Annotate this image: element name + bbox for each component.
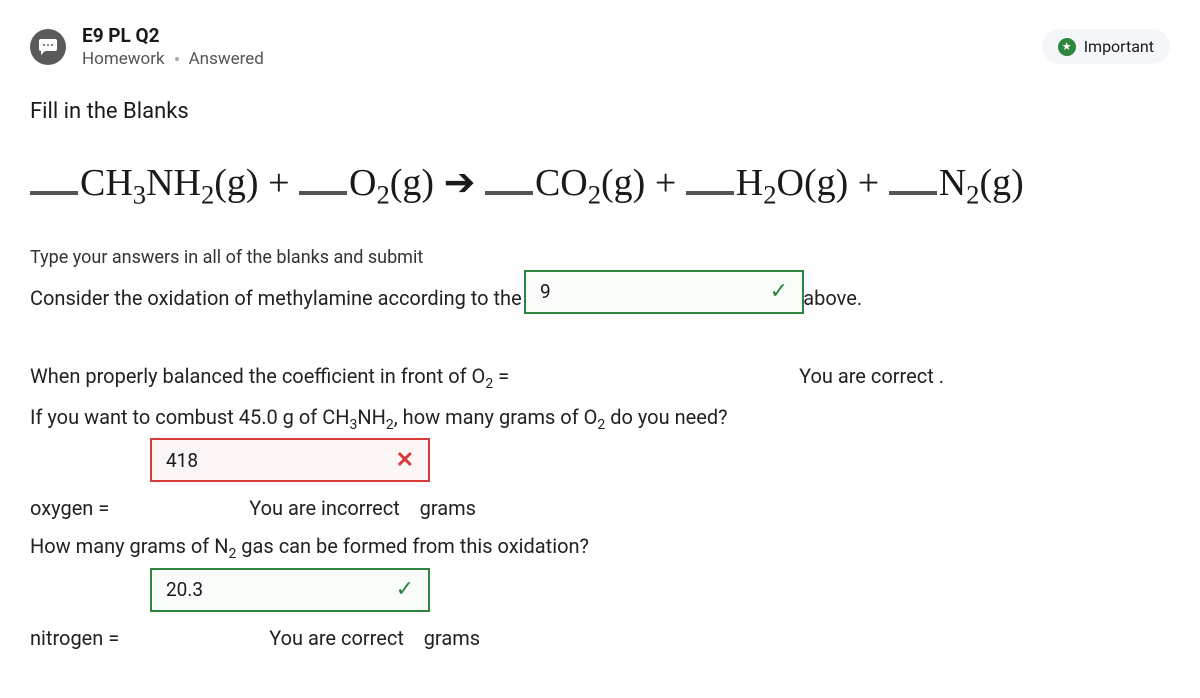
instructions-text: Type your answers in all of the blanks a… <box>30 247 1170 268</box>
q2-feedback: You are incorrect <box>249 496 400 520</box>
question-status: Answered <box>189 49 264 69</box>
question-title: E9 PL Q2 <box>82 24 264 47</box>
check-icon: ✓ <box>770 279 788 304</box>
q1-post: . <box>939 364 944 388</box>
important-label: Important <box>1084 37 1154 56</box>
q1-feedback: You are correct <box>799 364 934 388</box>
q1-pre: When properly balanced the coefficient i… <box>30 364 514 388</box>
q3-feedback: You are correct <box>269 626 404 650</box>
section-label: Fill in the Blanks <box>30 99 1170 124</box>
meta-row: Homework Answered <box>82 49 264 69</box>
chemical-equation: CH3NH2(g) + O2(g) ➔ CO2(g) + H2O(g) + N2… <box>30 160 1170 211</box>
answer-value-q3: 20.3 <box>166 578 203 601</box>
answer-box-q3[interactable]: 20.3 ✓ <box>150 568 430 612</box>
q2-label: oxygen = <box>30 496 114 520</box>
q2-unit: grams <box>420 496 476 520</box>
important-badge[interactable]: ★ Important <box>1042 29 1170 64</box>
question-2-prompt: If you want to combust 45.0 g of CH3NH2,… <box>30 401 1170 436</box>
question-1-line: When properly balanced the coefficient i… <box>30 360 1170 395</box>
question-3-prompt: How many grams of N2 gas can be formed f… <box>30 530 1170 565</box>
answer-box-q2[interactable]: 418 ✕ <box>150 438 430 482</box>
header-left: E9 PL Q2 Homework Answered <box>30 24 264 69</box>
question-3-line: nitrogen = You are correct grams <box>30 622 1170 654</box>
question-2-line: oxygen = You are incorrect grams <box>30 492 1170 524</box>
chat-icon[interactable] <box>30 29 66 65</box>
answer-box-q1[interactable]: 9 ✓ <box>524 270 804 314</box>
question-category: Homework <box>82 49 165 69</box>
question-header: E9 PL Q2 Homework Answered ★ Important <box>30 24 1170 69</box>
q3-unit: grams <box>424 626 480 650</box>
separator-dot <box>175 57 179 61</box>
check-icon: ✓ <box>396 577 414 602</box>
answer-value-q1: 9 <box>540 280 551 303</box>
star-icon: ★ <box>1058 38 1076 56</box>
cross-icon: ✕ <box>396 448 414 473</box>
answer-value-q2: 418 <box>166 449 198 472</box>
q3-label: nitrogen = <box>30 626 124 650</box>
